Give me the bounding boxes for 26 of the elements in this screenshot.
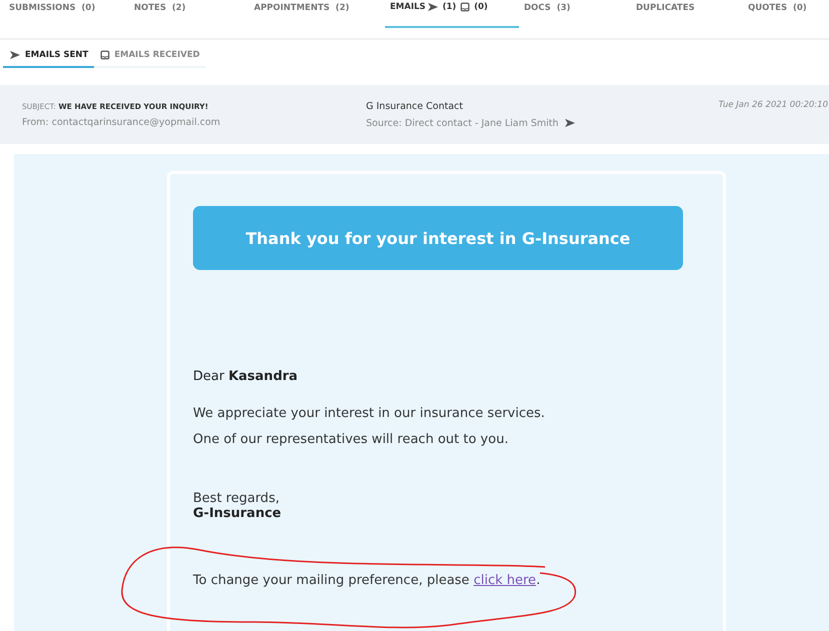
contact-name: G Insurance Contact (366, 100, 464, 112)
body-text: We appreciate your interest in our insurance services. (193, 406, 546, 421)
tab[interactable]: SUBMISSIONS (0) (4, 0, 129, 28)
sender-address: From: contactqarinsurance@yopmail.com (22, 116, 222, 128)
inbox-icon (460, 2, 470, 12)
footer-text: To change your mailing preference, please click here. (193, 573, 542, 588)
send-icon (426, 2, 439, 12)
body-text: One of our representatives will reach out to you. (193, 432, 510, 447)
unsubscribe-link[interactable]: click here (474, 573, 536, 588)
send-icon (9, 50, 21, 60)
tab[interactable]: DOCS (3) (519, 0, 631, 28)
inbox-icon (100, 50, 110, 60)
send-icon (562, 118, 577, 128)
tab[interactable]: EMAILS (1) (0) (385, 0, 519, 28)
email-date: Tue Jan 26 2021 00:20:10 (718, 100, 828, 110)
tab[interactable]: APPOINTMENTS (2) (249, 0, 385, 28)
tab[interactable]: EMAILS RECEIVED (94, 44, 206, 68)
tab[interactable]: EMAILS SENT (3, 44, 94, 68)
tab[interactable]: DUPLICATES (631, 0, 743, 28)
email-banner: Thank you for your interest in G-Insurance (193, 206, 683, 270)
closing-text: Best regards, (193, 491, 280, 506)
email-source: Source: Direct contact - Jane Liam Smith (366, 118, 559, 128)
greeting-text: Dear Kasandra (193, 369, 299, 384)
tab[interactable]: NOTES (2) (129, 0, 249, 28)
signature-text: G-Insurance (193, 506, 282, 521)
tab[interactable]: QUOTES (0) (743, 0, 823, 28)
